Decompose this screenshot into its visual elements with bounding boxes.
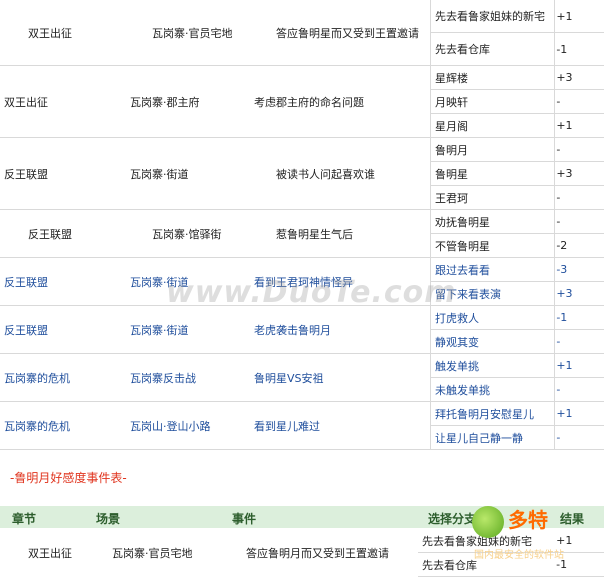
choice-value: +3: [556, 71, 573, 84]
table-row: 双王出征 瓦岗寨·官员宅地 答应鲁明星而又受到王置邀请 先去看鲁家姐妹的新宅 +1 先去看…: [0, 0, 604, 66]
choice-label: 鲁明星: [435, 167, 468, 181]
scene-cell: 瓦岗寨反击战: [130, 372, 196, 385]
chapter-cell: 双王出征: [28, 27, 72, 40]
choice-value: -2: [556, 239, 568, 252]
table-row: 瓦岗寨的危机 瓦岗山·登山小路 看到星儿难过 拜托鲁明月安慰星儿 +1 让星儿自己静一静 -: [0, 402, 604, 450]
choice-label: 让星儿自己静一静: [435, 431, 523, 445]
choice-value: -: [556, 215, 561, 228]
column-divider: [554, 0, 555, 450]
choice-value: -: [556, 431, 561, 444]
choice-value: +3: [556, 287, 573, 300]
event-cell: 答应鲁明星而又受到王置邀请: [276, 27, 419, 40]
choice-label: 先去看仓库: [435, 43, 490, 56]
scene-cell: 瓦岗寨·馆驿街: [152, 228, 222, 241]
choice-label: 先去看鲁家姐妹的新宅: [435, 10, 545, 23]
scene-cell: 瓦岗山·登山小路: [130, 420, 211, 433]
logo-tagline: 国内最安全的软件站: [474, 550, 564, 561]
choice-value: +1: [556, 359, 573, 372]
choice-row: 劝抚鲁明星 -: [431, 210, 604, 234]
chapter-cell: 反王联盟: [4, 168, 48, 181]
choice-row: 先去看仓库 -1: [431, 33, 604, 66]
choice-row: 鲁明星 +3: [431, 162, 604, 186]
event-cell: 惹鲁明星生气后: [276, 228, 353, 241]
choice-row: 拜托鲁明月安慰星儿 +1: [431, 402, 604, 426]
header-choice: 选择分支: [428, 512, 477, 526]
chapter-cell: 瓦岗寨的危机: [4, 420, 70, 433]
event-cell: 被读书人问起喜欢谁: [276, 168, 375, 181]
choice-row: 星辉楼 +3: [431, 66, 604, 90]
scene-cell: 瓦岗寨·郡主府: [130, 96, 200, 109]
choice-value: -: [556, 191, 561, 204]
choice-value: -3: [556, 263, 568, 276]
header-chapter: 章节: [12, 512, 37, 526]
chapter-cell: 反王联盟: [4, 276, 48, 289]
header-scene: 场景: [96, 512, 121, 526]
choice-label: 拜托鲁明月安慰星儿: [435, 407, 534, 421]
watermark: www.DuoTe.com: [166, 275, 457, 310]
choice-row: 未触发单挑 -: [431, 378, 604, 402]
choice-row: 星月阁 +1: [431, 114, 604, 138]
section-title: -鲁明月好感度事件表-: [10, 471, 127, 485]
choice-label: 鲁明月: [435, 143, 468, 157]
table-row: 双王出征 瓦岗寨·郡主府 考虑郡主府的命名问题 星辉楼 +3 月映轩 - 星月阁 +1: [0, 66, 604, 138]
choice-value: +1: [556, 9, 573, 23]
choice-row: 静观其变 -: [431, 330, 604, 354]
event-cell: 老虎袭击鲁明月: [254, 324, 331, 337]
choice-label: 打虎救人: [435, 311, 479, 325]
choice-value: -: [556, 335, 561, 348]
choice-label: 劝抚鲁明星: [435, 215, 490, 229]
scene-cell: 瓦岗寨·官员宅地: [112, 547, 193, 560]
choice-value: -1: [556, 42, 568, 56]
chapter-cell: 瓦岗寨的危机: [4, 372, 70, 385]
choice-row: 不管鲁明星 -2: [431, 234, 604, 258]
table-row: 反王联盟 瓦岗寨·街道 老虎袭击鲁明月 打虎救人 -1 静观其变 -: [0, 306, 604, 354]
header-event: 事件: [232, 512, 257, 526]
choice-value: +1: [556, 407, 573, 420]
choice-label: 触发单挑: [435, 359, 479, 373]
chapter-cell: 反王联盟: [4, 324, 48, 337]
chapter-cell: 双王出征: [28, 547, 72, 560]
choice-value: +1: [556, 119, 573, 132]
chapter-cell: 反王联盟: [28, 228, 72, 241]
logo-name: 多特: [508, 508, 548, 532]
choice-value: -: [556, 95, 561, 108]
table-row: 反王联盟 瓦岗寨·街道 被读书人问起喜欢谁 鲁明月 - 鲁明星 +3 王君珂 -: [0, 138, 604, 210]
choice-label: 静观其变: [435, 335, 479, 349]
choice-label: 星辉楼: [435, 71, 468, 85]
choice-row: 月映轩 -: [431, 90, 604, 114]
site-logo: 多特 国内最安全的软件站: [470, 502, 604, 572]
choice-row: 跟过去看看 -3: [431, 258, 604, 282]
choice-label: 王君珂: [435, 191, 468, 205]
choice-value: -1: [556, 311, 568, 324]
event-cell: 答应鲁明月而又受到王置邀请: [246, 547, 389, 560]
choice-label: 不管鲁明星: [435, 239, 490, 253]
table-row: 反王联盟 瓦岗寨·馆驿街 惹鲁明星生气后 劝抚鲁明星 - 不管鲁明星 -2: [0, 210, 604, 258]
leaf-icon: [472, 506, 504, 538]
choice-value: -: [556, 143, 561, 156]
choice-label: 未触发单挑: [435, 383, 490, 397]
table-row: 瓦岗寨的危机 瓦岗寨反击战 鲁明星VS安祖 触发单挑 +1 未触发单挑 -: [0, 354, 604, 402]
choice-label: 星月阁: [435, 119, 468, 133]
scene-cell: 瓦岗寨·街道: [130, 324, 189, 337]
chapter-cell: 双王出征: [4, 96, 48, 109]
event-cell: 考虑郡主府的命名问题: [254, 96, 364, 109]
choice-row: 打虎救人 -1: [431, 306, 604, 330]
scene-cell: 瓦岗寨·官员宅地: [152, 27, 233, 40]
event-cell: 看到星儿难过: [254, 420, 320, 433]
choice-label: 月映轩: [435, 95, 468, 109]
row-divider: [0, 449, 604, 450]
choice-row: 鲁明月 -: [431, 138, 604, 162]
scene-cell: 瓦岗寨·街道: [130, 168, 189, 181]
choice-row: 触发单挑 +1: [431, 354, 604, 378]
event-cell: 鲁明星VS安祖: [254, 372, 324, 385]
choice-row: 先去看鲁家姐妹的新宅 +1: [431, 0, 604, 33]
choice-value: -: [556, 383, 561, 396]
choice-row: 留下来看表演 +3: [431, 282, 604, 306]
choice-value: +3: [556, 167, 573, 180]
choice-row: 王君珂 -: [431, 186, 604, 210]
choice-row: 让星儿自己静一静 -: [431, 426, 604, 450]
column-divider: [430, 0, 431, 450]
